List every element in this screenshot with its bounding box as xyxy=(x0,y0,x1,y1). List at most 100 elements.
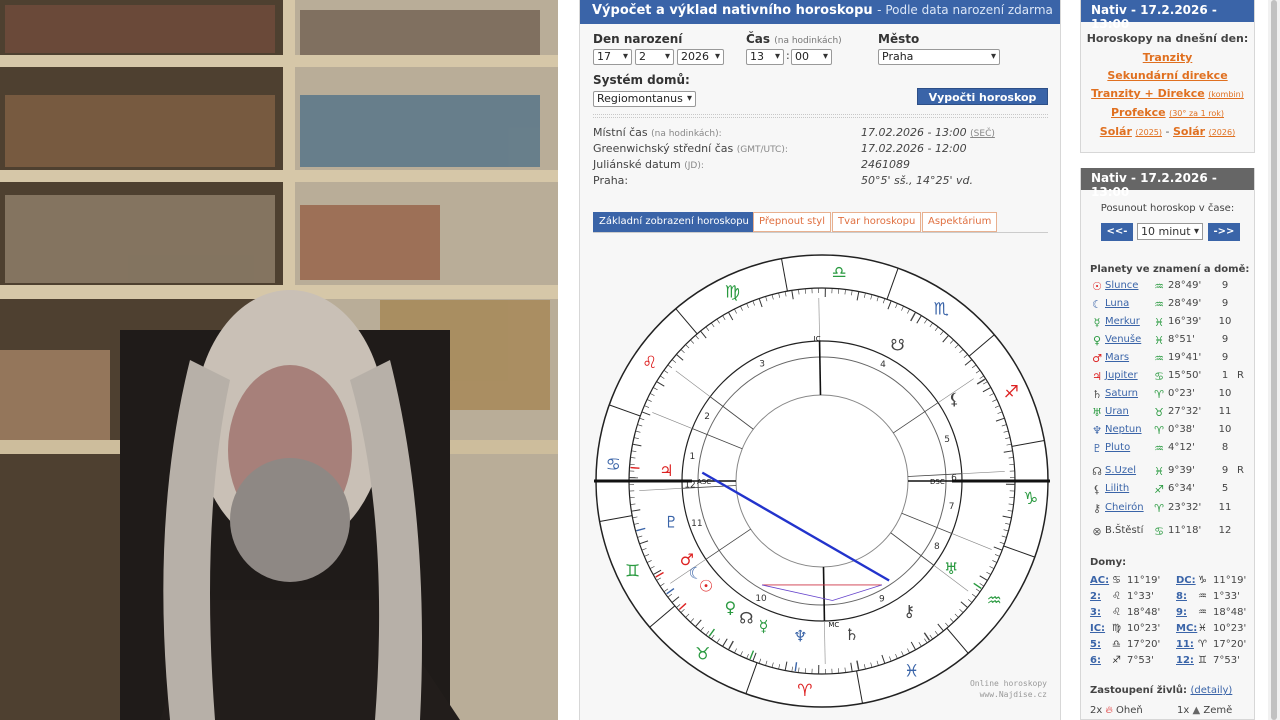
house-row: 6: ♐ 7°53' xyxy=(1090,655,1172,671)
planet-glyph-icon[interactable]: ♇ xyxy=(664,512,678,531)
house-key-link[interactable]: 3: xyxy=(1090,607,1101,618)
horoscope-wheel[interactable]: ♈♉♊♋♌♍♎♏♐♑♒♓123 456789101112 ASC DSCMCIC☉☾☿… xyxy=(594,253,1050,709)
tab-aspectarium[interactable]: Aspektárium xyxy=(922,212,998,232)
house-key-link[interactable]: 11: xyxy=(1176,639,1194,650)
solar-2026-year[interactable]: (2026) xyxy=(1209,128,1236,137)
house-key-link[interactable]: 8: xyxy=(1176,591,1187,602)
link-solar-2025[interactable]: Solár xyxy=(1100,125,1132,138)
planet-marker xyxy=(630,466,640,469)
planet-glyph-icon: ⚷ xyxy=(1092,502,1102,515)
solar-2025-year[interactable]: (2025) xyxy=(1135,128,1162,137)
info-gmt-time: Greenwichský střední čas (GMT/UTC): 17.0… xyxy=(593,142,1048,158)
house-number: 11 xyxy=(691,519,702,529)
elements-detail-link[interactable]: (detaily) xyxy=(1191,685,1233,696)
planet-glyph-icon[interactable]: ♅ xyxy=(944,559,958,578)
link-tranzity[interactable]: Tranzity xyxy=(1143,51,1193,64)
time-hint: (na hodinkách) xyxy=(774,36,842,46)
planet-name-link[interactable]: Mars xyxy=(1105,352,1129,363)
house-number: 2 xyxy=(704,412,710,422)
mountain-icon: ▲ xyxy=(1192,705,1201,716)
planet-row: ♂ Mars ♒ 19°41' 9 xyxy=(1090,352,1250,369)
planet-glyph-icon[interactable]: ♆ xyxy=(793,626,807,645)
planet-name-link[interactable]: Uran xyxy=(1105,406,1129,417)
house-row: 2: ♌ 1°33' xyxy=(1090,591,1172,607)
planet-glyph-icon[interactable]: ☿ xyxy=(759,617,769,636)
year-select[interactable]: 2026 xyxy=(677,49,724,65)
info-value: 17.02.2026 - 12:00 xyxy=(861,142,967,155)
house-degree: 11°19' xyxy=(1213,575,1247,586)
minute-select[interactable]: 00 xyxy=(791,49,832,65)
house-key-link[interactable]: 2: xyxy=(1090,591,1101,602)
link-solar-2026[interactable]: Solár xyxy=(1173,125,1205,138)
planet-glyph-icon[interactable]: ☋ xyxy=(891,336,905,355)
link-direkce[interactable]: Sekundární direkce xyxy=(1107,69,1227,82)
zodiac-sign-icon: ♒ xyxy=(1198,591,1207,602)
month-select[interactable]: 2 xyxy=(635,49,674,65)
time-step-select[interactable]: 10 minut xyxy=(1137,223,1203,240)
planet-name-link[interactable]: B.Štěstí xyxy=(1105,525,1143,536)
houses-system-select[interactable]: Regiomontanus xyxy=(593,91,696,107)
link-tranzity-direkce[interactable]: Tranzity + Direkce xyxy=(1091,87,1205,100)
zodiac-sign-icon: ♑ xyxy=(1023,489,1038,509)
planet-glyph-icon: ⚸ xyxy=(1092,483,1102,496)
element-earth-name: Země xyxy=(1203,705,1233,716)
house-key-link[interactable]: 9: xyxy=(1176,607,1187,618)
planet-glyph-icon[interactable]: ☊ xyxy=(739,608,753,627)
house-degree: 10°23' xyxy=(1213,623,1247,634)
zodiac-sign-icon: ♈ xyxy=(1154,388,1164,401)
house-key-link[interactable]: 12: xyxy=(1176,655,1194,666)
planet-row: ⚷ Cheirón ♈ 23°32' 11 xyxy=(1090,502,1250,519)
page-scrollbar[interactable] xyxy=(1268,0,1280,720)
planet-glyph-icon[interactable]: ♂ xyxy=(680,550,694,569)
planet-glyph-icon[interactable]: ⚷ xyxy=(903,601,915,620)
time-shift-box: Nativ - 17.2.2026 - 13:00 Posunout horos… xyxy=(1080,168,1255,720)
calculate-button[interactable]: Vypočti horoskop xyxy=(917,88,1048,105)
planet-degree: 16°39' xyxy=(1168,316,1202,327)
house-number: 3 xyxy=(759,359,765,369)
timezone-link[interactable]: (SEČ) xyxy=(970,129,995,139)
tab-switch-style[interactable]: Přepnout styl xyxy=(753,212,831,232)
house-key-link[interactable]: DC: xyxy=(1176,575,1196,586)
link-profekce-note[interactable]: (30° za 1 rok) xyxy=(1169,109,1224,118)
planet-glyph-icon[interactable]: ♃ xyxy=(659,461,673,480)
house-key-link[interactable]: AC: xyxy=(1090,575,1109,586)
zodiac-sign-icon: ♒ xyxy=(987,591,1002,611)
planet-name-link[interactable]: Lilith xyxy=(1105,483,1129,494)
house-degree: 7°53' xyxy=(1127,655,1154,666)
tab-chart-shape[interactable]: Tvar horoskopu xyxy=(832,212,922,232)
zodiac-sign-icon: ♓ xyxy=(1154,316,1164,329)
house-key-link[interactable]: 6: xyxy=(1090,655,1101,666)
house-degree: 18°48' xyxy=(1127,607,1161,618)
planet-glyph-icon: ♅ xyxy=(1092,406,1102,419)
hour-select[interactable]: 13 xyxy=(746,49,784,65)
link-tranzity-direkce-note[interactable]: (kombin) xyxy=(1208,90,1244,99)
planet-name-link[interactable]: Pluto xyxy=(1105,442,1130,453)
link-profekce[interactable]: Profekce xyxy=(1111,106,1166,119)
planet-house: 12 xyxy=(1218,525,1232,536)
day-select[interactable]: 17 xyxy=(593,49,632,65)
planet-name-link[interactable]: Saturn xyxy=(1105,388,1138,399)
city-select[interactable]: Praha xyxy=(878,49,1000,65)
shift-forward-button[interactable]: ->> xyxy=(1208,223,1240,241)
tab-basic-view[interactable]: Základní zobrazení horoskopu xyxy=(593,212,755,232)
house-key-link[interactable]: IC: xyxy=(1090,623,1105,634)
planet-name-link[interactable]: Jupiter xyxy=(1105,370,1138,381)
planet-name-link[interactable]: Venuše xyxy=(1105,334,1141,345)
planet-name-link[interactable]: Cheirón xyxy=(1105,502,1144,513)
planet-name-link[interactable]: S.Uzel xyxy=(1105,465,1136,476)
planet-glyph-icon[interactable]: ♀ xyxy=(724,598,736,617)
planet-name-link[interactable]: Luna xyxy=(1105,298,1129,309)
zodiac-sign-icon: ♈ xyxy=(1154,424,1164,437)
shift-back-button[interactable]: <<- xyxy=(1101,223,1133,241)
planet-glyph-icon: ♃ xyxy=(1092,370,1102,383)
house-key-link[interactable]: MC: xyxy=(1176,623,1197,634)
planet-name-link[interactable]: Neptun xyxy=(1105,424,1142,435)
planet-name-link[interactable]: Merkur xyxy=(1105,316,1140,327)
planet-glyph-icon[interactable]: ♄ xyxy=(845,625,859,644)
planet-glyph-icon[interactable]: ⚸ xyxy=(948,389,960,408)
house-key-link[interactable]: 5: xyxy=(1090,639,1101,650)
planet-glyph-icon: ♀ xyxy=(1092,334,1102,347)
planet-degree: 6°34' xyxy=(1168,483,1195,494)
planet-name-link[interactable]: Slunce xyxy=(1105,280,1138,291)
scrollbar-thumb[interactable] xyxy=(1271,0,1277,720)
